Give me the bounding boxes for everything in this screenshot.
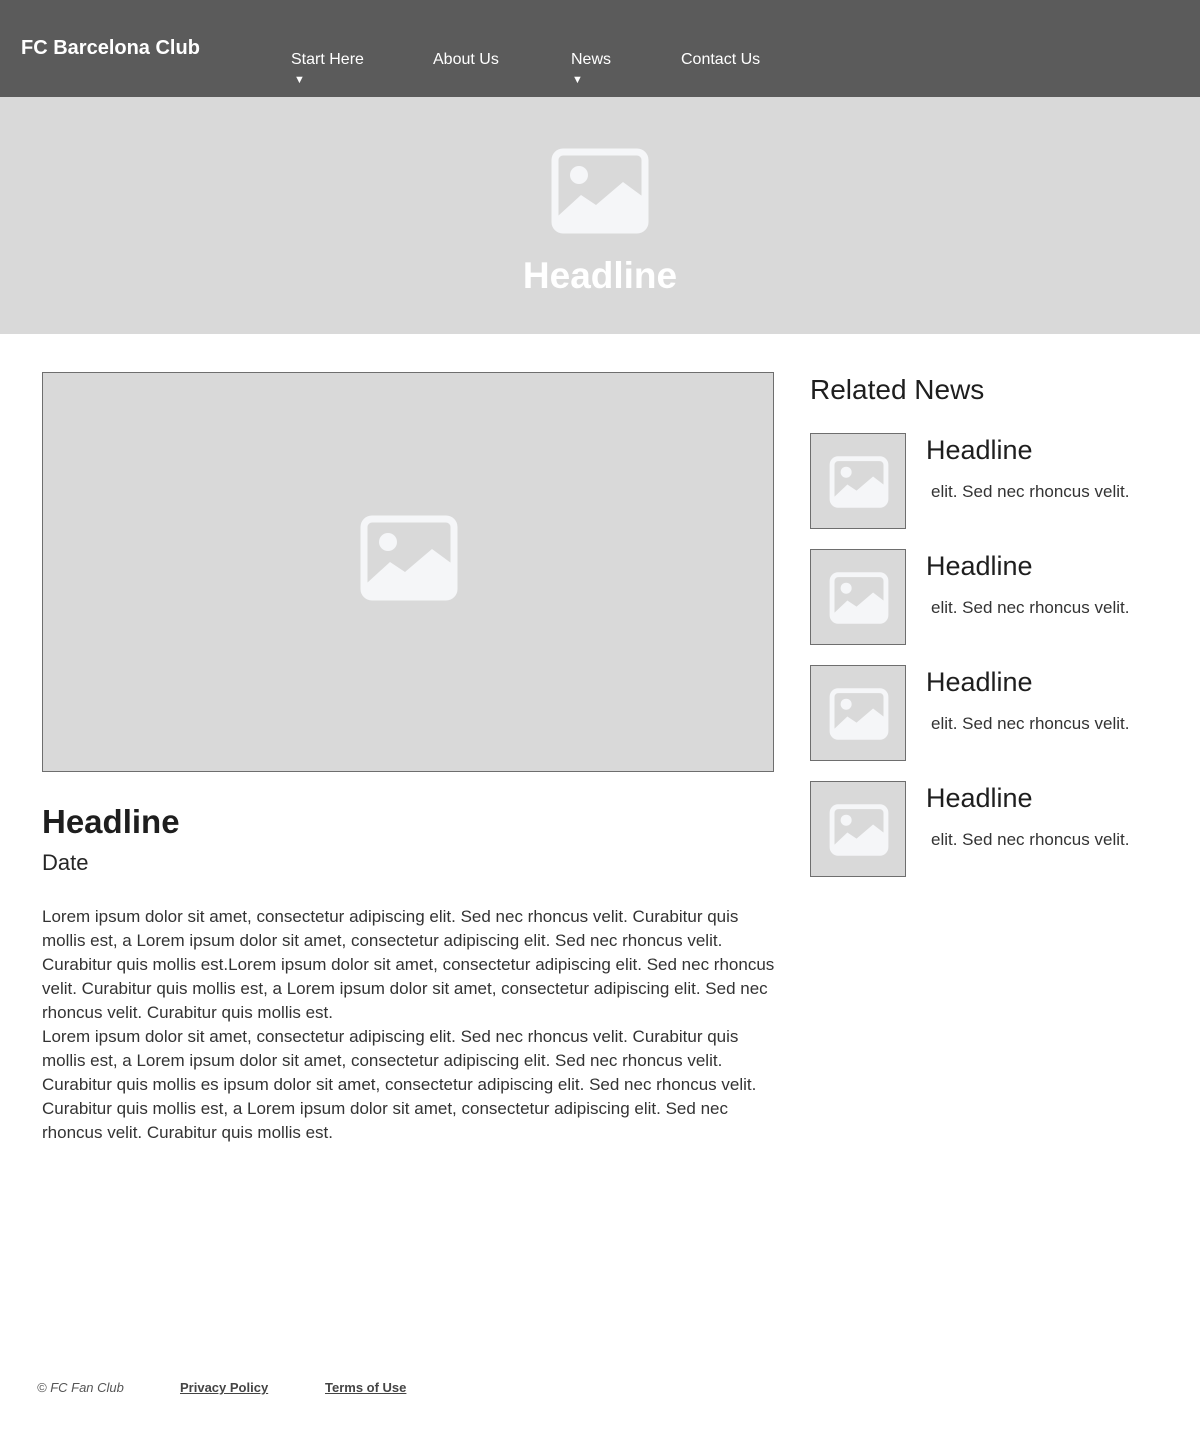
image-placeholder-icon: [829, 688, 889, 740]
article-date: Date: [42, 850, 89, 875]
nav-item-start-here[interactable]: Start Here: [291, 51, 364, 69]
article-paragraph: Lorem ipsum dolor sit amet, consectetur …: [42, 1027, 757, 1142]
news-thumbnail[interactable]: [810, 549, 906, 645]
image-placeholder-icon: [829, 804, 889, 856]
article-headline: Headline: [42, 803, 180, 840]
article-image: [42, 372, 774, 772]
news-headline[interactable]: Headline: [926, 551, 1033, 582]
news-excerpt: elit. Sed nec rhoncus velit.: [931, 598, 1130, 617]
privacy-policy-link[interactable]: Privacy Policy: [180, 1380, 268, 1395]
article-body: Lorem ipsum dolor sit amet, consectetur …: [42, 905, 777, 1145]
image-placeholder-icon: [829, 456, 889, 508]
image-placeholder-icon: [360, 515, 458, 601]
news-headline[interactable]: Headline: [926, 783, 1033, 814]
terms-of-use-link[interactable]: Terms of Use: [325, 1380, 406, 1395]
hero-banner: Headline: [0, 97, 1200, 334]
news-excerpt: elit. Sed nec rhoncus velit.: [931, 482, 1130, 501]
news-headline[interactable]: Headline: [926, 667, 1033, 698]
related-news-item[interactable]: Headline elit. Sed nec rhoncus velit.: [810, 665, 1170, 761]
site-logo[interactable]: FC Barcelona Club: [21, 37, 200, 60]
image-placeholder-icon: [829, 572, 889, 624]
hero-headline: Headline: [522, 255, 678, 296]
news-excerpt: elit. Sed nec rhoncus velit.: [931, 714, 1130, 733]
news-thumbnail[interactable]: [810, 433, 906, 529]
nav-item-contact-us[interactable]: Contact Us: [681, 51, 760, 69]
related-news-item[interactable]: Headline elit. Sed nec rhoncus velit.: [810, 433, 1170, 529]
nav-item-news[interactable]: News: [571, 51, 611, 69]
news-excerpt: elit. Sed nec rhoncus velit.: [931, 830, 1130, 849]
related-news-title: Related News: [810, 374, 985, 405]
article-paragraph: Lorem ipsum dolor sit amet, consectetur …: [42, 907, 775, 1022]
top-navigation-bar: FC Barcelona Club Start Here ▼ About Us …: [0, 0, 1200, 97]
chevron-down-icon[interactable]: ▼: [294, 74, 305, 86]
news-thumbnail[interactable]: [810, 781, 906, 877]
image-placeholder-icon: [551, 148, 649, 234]
chevron-down-icon[interactable]: ▼: [572, 74, 583, 86]
footer-copyright: © FC Fan Club: [37, 1380, 124, 1395]
news-thumbnail[interactable]: [810, 665, 906, 761]
related-news-item[interactable]: Headline elit. Sed nec rhoncus velit.: [810, 549, 1170, 645]
nav-item-about-us[interactable]: About Us: [433, 51, 499, 69]
related-news-item[interactable]: Headline elit. Sed nec rhoncus velit.: [810, 781, 1170, 877]
news-headline[interactable]: Headline: [926, 435, 1033, 466]
